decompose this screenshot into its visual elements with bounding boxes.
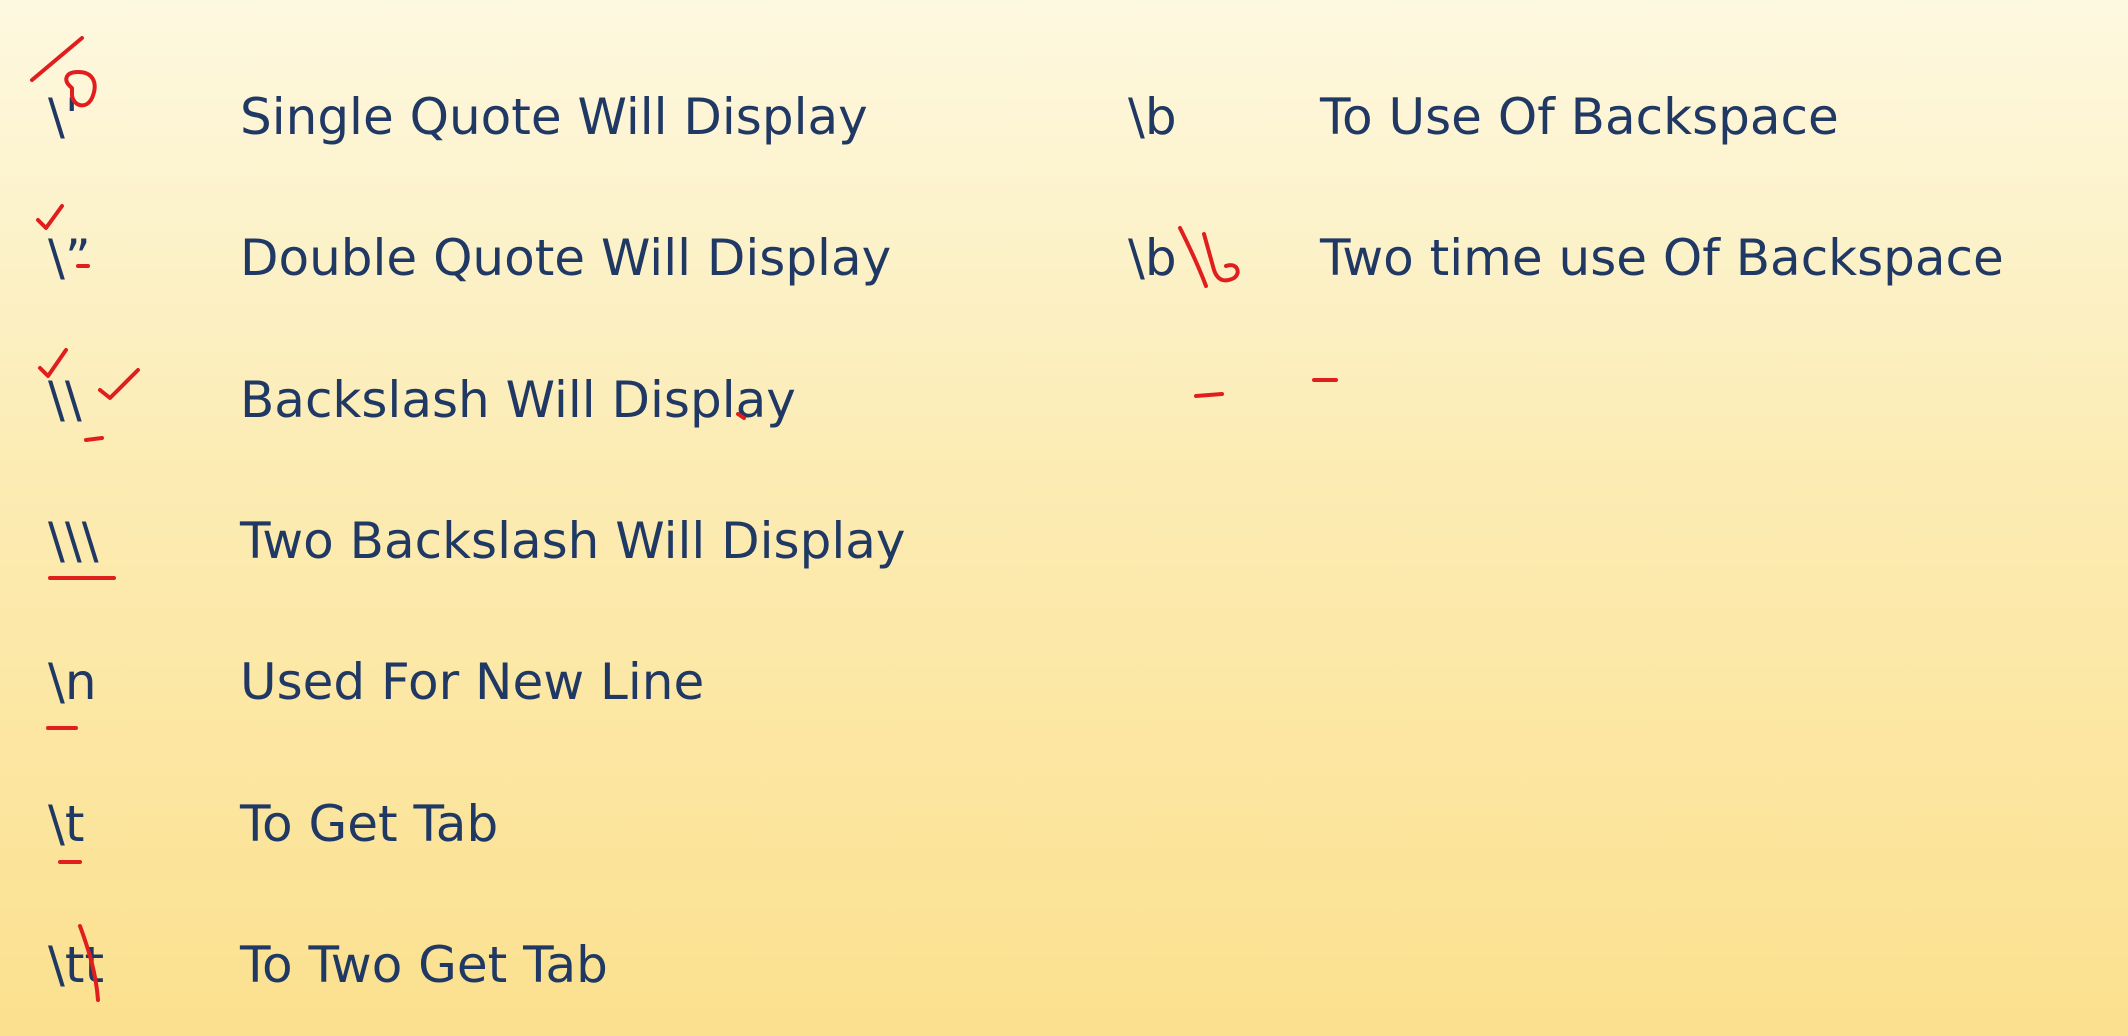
escape-code: \\\: [48, 512, 99, 570]
escape-description: Used For New Line: [240, 653, 705, 711]
escape-description: To Use Of Backspace: [1320, 88, 1839, 146]
escape-description: Two Backslash Will Display: [240, 512, 906, 570]
escape-code: \tt: [48, 936, 105, 994]
escape-row: \b To Use Of Backspace: [1100, 77, 2120, 157]
escape-description: Single Quote Will Display: [240, 88, 868, 146]
escape-code: \”: [48, 229, 91, 287]
annotation-dash-mark: [1194, 392, 1224, 398]
escape-row: \' Single Quote Will Display: [0, 77, 1100, 157]
escape-code: \b: [1128, 229, 1177, 287]
escape-description: To Get Tab: [240, 795, 499, 853]
escape-row: \\ Backslash Will Display: [0, 360, 1100, 440]
escape-row: \\\ Two Backslash Will Display: [0, 501, 1100, 581]
escape-code: \n: [48, 653, 97, 711]
escape-code: \t: [48, 795, 85, 853]
escape-description: Backslash Will Display: [240, 371, 796, 429]
escape-description: Double Quote Will Display: [240, 229, 892, 287]
escape-code: \': [48, 88, 79, 146]
escape-row: \b Two time use Of Backspace: [1100, 218, 2120, 298]
escape-code: \b: [1128, 88, 1177, 146]
escape-code: \\: [48, 371, 82, 429]
escape-description: Two time use Of Backspace: [1320, 229, 2004, 287]
escape-row: \t To Get Tab: [0, 784, 1100, 864]
annotation-slash-mark: [30, 36, 84, 82]
escape-row: \tt To Two Get Tab: [0, 925, 1100, 1005]
escape-description: To Two Get Tab: [240, 936, 608, 994]
escape-row: \n Used For New Line: [0, 642, 1100, 722]
escape-row: \” Double Quote Will Display: [0, 218, 1100, 298]
